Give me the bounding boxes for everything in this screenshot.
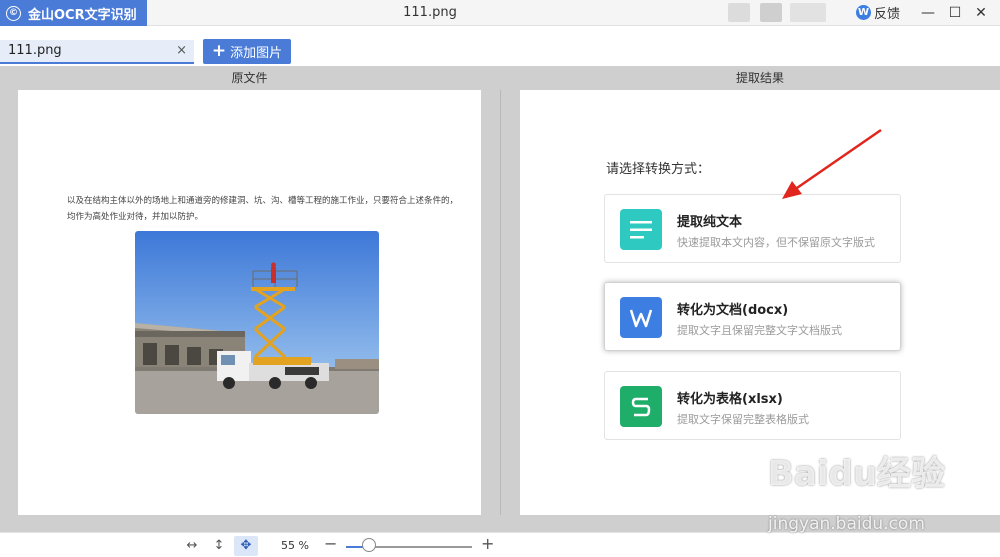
option-xlsx-desc: 提取文字保留完整表格版式 — [677, 413, 809, 426]
baidu-watermark-url: jingyan.baidu.com — [768, 514, 925, 534]
text-lines-icon — [620, 209, 662, 250]
spreadsheet-icon — [620, 386, 662, 427]
document-photo — [135, 231, 379, 414]
option-xlsx[interactable]: 转化为表格(xlsx) 提取文字保留完整表格版式 — [604, 371, 901, 440]
baidu-watermark: Baidu经验 — [768, 454, 946, 494]
title-bar: © 金山OCR文字识别 111.png W 反馈 — ☐ ✕ — [0, 0, 1000, 26]
maximize-button[interactable]: ☐ — [945, 3, 965, 23]
document-text: 以及在结构主体以外的场地上和通道旁的修建洞、坑、沟、槽等工程的施工作业，只要符合… — [67, 196, 459, 222]
fit-height-icon[interactable]: ↕ — [207, 536, 231, 556]
bottom-toolbar: ↔ ↕ ✥ 55 % − + — [0, 532, 1000, 557]
add-image-button[interactable]: + 添加图片 — [203, 39, 291, 64]
zoom-out-button[interactable]: − — [324, 534, 337, 553]
option-plain-text[interactable]: 提取纯文本 快速提取本文内容，但不保留原文字版式 — [604, 194, 901, 263]
file-tab-label: 111.png — [8, 43, 62, 58]
zoom-level: 55 % — [281, 539, 309, 552]
file-tab[interactable]: 111.png × — [0, 40, 194, 64]
result-panel-title: 提取结果 — [735, 71, 784, 85]
fit-width-icon[interactable]: ↔ — [180, 536, 204, 556]
feedback-button[interactable]: W 反馈 — [856, 3, 900, 22]
plus-icon: + — [211, 41, 227, 61]
option-plain-text-title: 提取纯文本 — [677, 215, 743, 230]
blurred-account-area — [728, 3, 750, 22]
move-icon[interactable]: ✥ — [234, 536, 258, 556]
option-docx-desc: 提取文字且保留完整文字文档版式 — [677, 324, 842, 337]
minimize-button[interactable]: — — [918, 3, 938, 23]
tab-close-icon[interactable]: × — [176, 40, 187, 62]
annotation-arrow-icon — [782, 128, 882, 199]
close-button[interactable]: ✕ — [971, 3, 991, 23]
convert-mode-prompt: 请选择转换方式： — [606, 162, 711, 177]
add-image-label: 添加图片 — [230, 46, 283, 61]
option-xlsx-title: 转化为表格(xlsx) — [677, 392, 783, 407]
panel-divider[interactable] — [500, 90, 501, 515]
zoom-slider-thumb[interactable] — [361, 538, 376, 552]
feedback-label: 反馈 — [874, 7, 901, 22]
word-doc-icon — [620, 297, 662, 338]
source-document-page[interactable]: 以及在结构主体以外的场地上和通道旁的修建洞、坑、沟、槽等工程的施工作业，只要符合… — [18, 90, 481, 515]
blurred-account-area — [760, 3, 782, 22]
zoom-in-button[interactable]: + — [481, 534, 494, 553]
option-plain-text-desc: 快速提取本文内容，但不保留原文字版式 — [677, 236, 875, 249]
source-panel-title: 原文件 — [231, 71, 268, 85]
option-docx[interactable]: 转化为文档(docx) 提取文字且保留完整文字文档版式 — [604, 282, 901, 351]
tab-row: 111.png × + 添加图片 — [0, 26, 1000, 66]
feedback-icon: W — [856, 5, 871, 20]
option-docx-title: 转化为文档(docx) — [677, 303, 789, 318]
blurred-account-area — [790, 3, 826, 22]
